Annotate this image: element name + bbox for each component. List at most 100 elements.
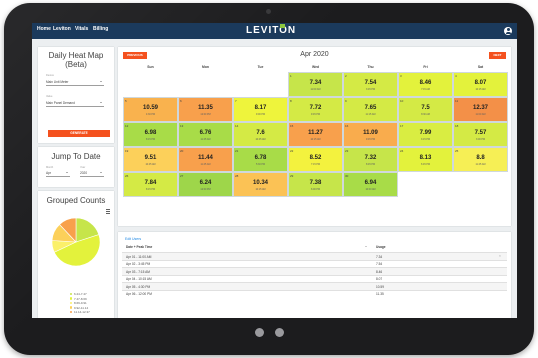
edit-users-link[interactable]: Edit Users	[125, 237, 141, 241]
calendar-day-cell[interactable]: 8 7.72 9:45 PM	[288, 97, 343, 122]
table-row[interactable]: Apr 06 - 12:00 PM 11.35	[122, 289, 507, 298]
day-usage-value: 6.24	[199, 180, 212, 186]
tablet-frame: Home Leviton Vitals Billing LEVITON Dail…	[4, 3, 534, 355]
day-usage-value: 8.8	[476, 155, 485, 161]
tablet-button-left	[255, 328, 264, 337]
account-icon[interactable]	[504, 27, 512, 35]
month-select-underline	[46, 176, 70, 177]
nav-link-billing[interactable]: Billing	[93, 26, 108, 32]
calendar-day-cell[interactable]: 18 7.57 3:00 PM	[453, 122, 508, 147]
calendar-day-cell[interactable]: 11 12.37 11:00 AM	[453, 97, 508, 122]
legend-label: 8.69-9.91	[74, 301, 87, 305]
day-usage-value: 7.34	[309, 80, 322, 86]
day-peak-time: 10:45 AM	[145, 162, 156, 166]
calendar-day-cell[interactable]: 6 11.35 12:00 PM	[178, 97, 233, 122]
day-usage-value: 11.35	[198, 105, 213, 111]
calendar-day-cell[interactable]: 2 7.54 3:45 PM	[343, 72, 398, 97]
calendar-day-cell[interactable]: 1 7.34 11:00 AM	[288, 72, 343, 97]
day-number: 12	[125, 123, 129, 128]
day-number: 4	[455, 73, 457, 78]
calendar-day-cell[interactable]: 29 7.38 6:00 PM	[288, 172, 343, 197]
day-number: 16	[345, 123, 349, 128]
calendar-day-cell[interactable]: 4 8.07 10:15 AM	[453, 72, 508, 97]
row-usage-value: 11.35	[376, 292, 384, 297]
nav-link-vitals[interactable]: Vitals	[75, 26, 88, 32]
sort-caret-icon[interactable]	[365, 246, 367, 247]
weekday-header: Thu	[367, 65, 374, 69]
calendar-day-cell[interactable]: 5 10.59 4:30 PM	[123, 97, 178, 122]
row-date-time: Apr 01 - 11:00 AM	[126, 254, 152, 259]
device-field-label: Device	[46, 74, 54, 77]
chart-menu-icon[interactable]	[106, 209, 110, 214]
row-date-time: Apr 02 - 3:45 PM	[126, 262, 151, 267]
calendar-day-cell[interactable]: 30 6.94 10:00 AM	[343, 172, 398, 197]
calendar-day-cell[interactable]: 13 6.76 11:45 AM	[178, 122, 233, 147]
year-select-underline	[80, 176, 104, 177]
calendar-day-cell[interactable]: 28 10.34 10:15 AM	[233, 172, 288, 197]
day-peak-time: 11:15 AM	[365, 112, 376, 116]
tablet-button-right	[275, 328, 284, 337]
day-number: 11	[455, 98, 459, 103]
day-peak-time: 11:00 AM	[475, 112, 486, 116]
calendar-day-cell[interactable]: 9 7.65 11:15 AM	[343, 97, 398, 122]
legend-swatch	[70, 306, 73, 309]
day-peak-time: 6:45 PM	[421, 162, 430, 166]
generate-button[interactable]: GENERATE	[48, 130, 110, 137]
day-peak-time: 8:45 PM	[366, 162, 375, 166]
year-select-value: 2020	[80, 171, 88, 175]
top-nav: Home Leviton Vitals Billing LEVITON	[32, 23, 517, 39]
calendar-day-cell[interactable]: 7 8.17 9:00 PM	[233, 97, 288, 122]
calendar-day-cell[interactable]: 26 7.84 8:15 PM	[123, 172, 178, 197]
day-number: 28	[235, 173, 239, 178]
close-icon[interactable]: ×	[499, 254, 501, 258]
chevron-down-icon	[100, 102, 102, 103]
calendar-day-cell[interactable]: 17 7.99 3:15 PM	[398, 122, 453, 147]
calendar-day-cell[interactable]: 21 6.78 5:30 PM	[233, 147, 288, 172]
heatmap-form-panel: Daily Heat Map (Beta) Device Main Unit M…	[38, 47, 114, 143]
nav-link-home[interactable]: Home	[37, 26, 51, 32]
weekday-header: Fri	[423, 65, 428, 69]
calendar-day-cell[interactable]: 22 8.52 7:15 PM	[288, 147, 343, 172]
day-peak-time: 3:15 PM	[421, 137, 430, 141]
calendar-day-cell[interactable]: 14 7.6 10:45 AM	[233, 122, 288, 147]
day-usage-value: 8.13	[419, 155, 432, 161]
calendar-day-cell[interactable]: 10 7.5 8:30 AM	[398, 97, 453, 122]
calendar-day-cell[interactable]: 27 6.24 12:00 PM	[178, 172, 233, 197]
calendar-day-cell[interactable]: 16 11.09 9:45 PM	[343, 122, 398, 147]
calendar-day-cell[interactable]: 23 7.32 8:45 PM	[343, 147, 398, 172]
calendar-day-cell[interactable]: 19 9.51 10:45 AM	[123, 147, 178, 172]
value-field-label: Value	[46, 95, 53, 98]
row-usage-value: 8.07	[376, 277, 383, 282]
day-peak-time: 11:45 AM	[475, 162, 486, 166]
usage-column-header[interactable]: Usage	[376, 245, 386, 249]
device-select-value: Main Unit Meter	[46, 80, 69, 84]
calendar-day-cell[interactable]: 12 6.98 8:15 PM	[123, 122, 178, 147]
day-usage-value: 6.76	[199, 130, 212, 136]
calendar-empty-cell	[233, 72, 288, 97]
day-usage-value: 6.98	[144, 130, 157, 136]
legend-label: 11.14-12.37	[74, 310, 90, 314]
tablet-camera	[266, 9, 271, 14]
next-button[interactable]: NEXT	[489, 52, 506, 59]
date-column-header[interactable]: Date + Peak Time	[126, 245, 152, 249]
calendar-empty-cell	[178, 72, 233, 97]
row-date-time: Apr 03 - 7:15 AM	[126, 269, 150, 274]
day-number: 9	[345, 98, 347, 103]
day-peak-time: 10:45 AM	[255, 137, 266, 141]
calendar-month-title: Apr 2020	[300, 51, 329, 58]
calendar-day-cell[interactable]: 15 11.27 10:15 AM	[288, 122, 343, 147]
day-usage-value: 10.34	[252, 180, 268, 186]
day-usage-value: 11.09	[363, 130, 378, 136]
tablet-home-buttons	[4, 328, 534, 340]
calendar-day-cell[interactable]: 24 8.13 6:45 PM	[398, 147, 453, 172]
day-number: 22	[290, 148, 294, 153]
nav-link-leviton[interactable]: Leviton	[53, 26, 71, 32]
day-peak-time: 3:45 PM	[366, 87, 375, 91]
calendar-day-cell[interactable]: 3 8.46 7:15 AM	[398, 72, 453, 97]
calendar-day-cell[interactable]: 25 8.8 11:45 AM	[453, 147, 508, 172]
grouped-counts-pie	[51, 217, 101, 267]
day-usage-value: 7.54	[364, 80, 377, 86]
legend-swatch	[70, 301, 73, 305]
calendar-day-cell[interactable]: 20 11.44 11:45 AM	[178, 147, 233, 172]
day-number: 8	[290, 98, 292, 103]
